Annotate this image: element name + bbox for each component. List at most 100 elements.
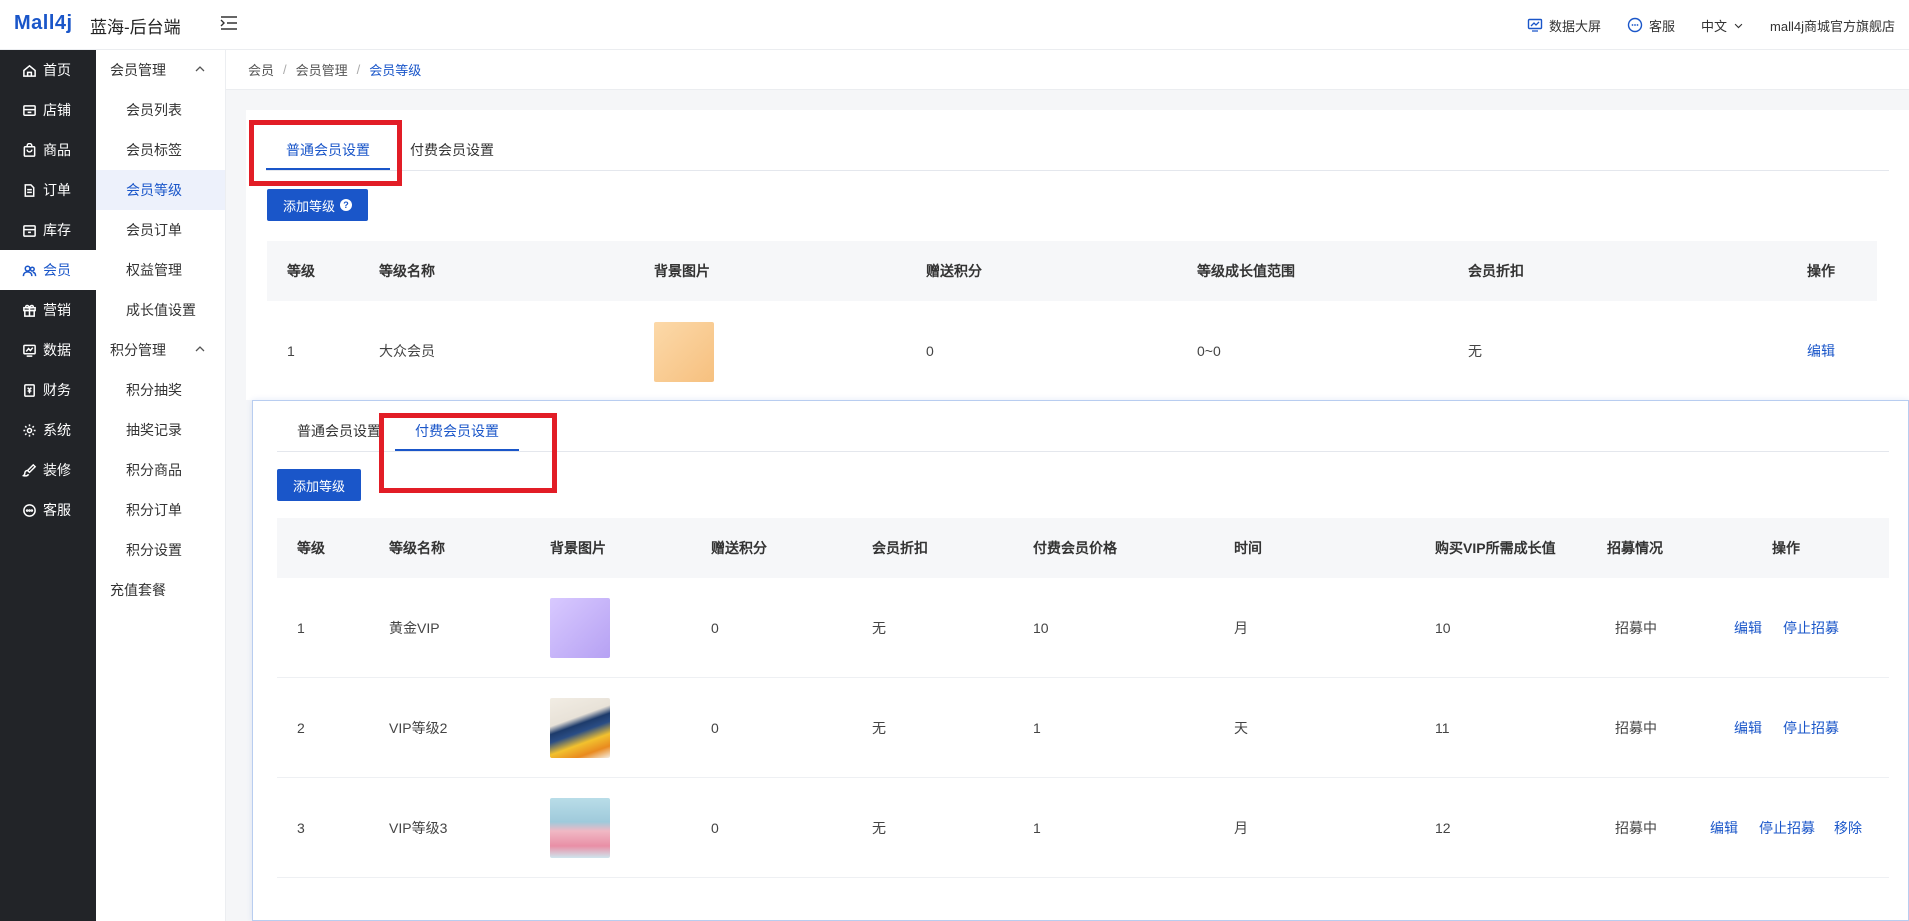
col-background: 背景图片: [654, 263, 710, 279]
collapse-menu-icon[interactable]: [218, 12, 240, 34]
cell-vip-growth: 11: [1435, 719, 1450, 736]
sidebar-item-label: 订单: [43, 182, 71, 198]
col-time: 时间: [1234, 540, 1262, 556]
submenu-item[interactable]: 积分商品: [96, 450, 225, 490]
cell-recruit-status: 招募中: [1615, 619, 1657, 636]
normal-member-panel: 普通会员设置 付费会员设置 添加等级 ? 等级 等级名称 背景图片 赠送积分 等…: [246, 110, 1909, 401]
submenu-item[interactable]: 积分抽奖: [96, 370, 225, 410]
sidebar-item-finance[interactable]: 财务: [0, 370, 96, 410]
sidebar-item-chat[interactable]: 客服: [0, 490, 96, 530]
cell-level: 1: [287, 342, 295, 359]
edit-link[interactable]: 编辑: [1734, 578, 1762, 677]
col-actions: 操作: [1807, 263, 1835, 279]
gift-icon: [23, 304, 36, 317]
menu-group-member-management[interactable]: 会员管理: [96, 50, 225, 90]
table-row: 2 VIP等级2 0 无 1 天 11 招募中 编辑 停止招募: [277, 678, 1889, 778]
cell-level-name: VIP等级2: [389, 719, 448, 736]
sidebar-item-order[interactable]: 订单: [0, 170, 96, 210]
sidebar-item-user-group[interactable]: 会员: [0, 250, 96, 290]
sidebar-item-label: 首页: [43, 62, 71, 78]
background-thumbnail: [550, 598, 610, 658]
submenu-item-label: 积分订单: [126, 502, 182, 518]
sidebar-item-inventory[interactable]: 库存: [0, 210, 96, 250]
sidebar-item-chart[interactable]: 数据: [0, 330, 96, 370]
cell-paid-price: 1: [1033, 819, 1041, 836]
highlight-box-normal-tab: [249, 120, 402, 186]
tab-normal-member[interactable]: 普通会员设置: [277, 411, 395, 451]
submenu-item[interactable]: 会员等级: [96, 170, 225, 210]
col-gift-points: 赠送积分: [926, 263, 982, 279]
add-level-button[interactable]: 添加等级: [277, 469, 361, 501]
submenu-item-label: 成长值设置: [126, 302, 196, 318]
chevron-up-icon: [195, 66, 205, 72]
add-level-button[interactable]: 添加等级 ?: [267, 189, 368, 221]
sidebar-item-label: 会员: [43, 262, 71, 278]
sidebar-item-label: 财务: [43, 382, 71, 398]
main-sidebar: 首页店铺商品订单库存会员营销 数据财务系统装修客服: [0, 50, 96, 921]
language-dropdown[interactable]: 中文: [1701, 16, 1744, 35]
data-screen-link[interactable]: 数据大屏: [1527, 16, 1601, 35]
menu-group-label: 积分管理: [110, 342, 166, 358]
shop-icon: [23, 104, 36, 116]
add-level-label: 添加等级: [282, 198, 335, 214]
table-row: 1 黄金VIP 0 无 10 月 10 招募中 编辑 停止招募: [277, 578, 1889, 678]
cell-vip-growth: 12: [1435, 819, 1451, 836]
submenu-item-label: 积分商品: [126, 462, 182, 478]
edit-link[interactable]: 编辑: [1734, 678, 1762, 777]
submenu-item[interactable]: 积分订单: [96, 490, 225, 530]
col-discount: 会员折扣: [1468, 263, 1524, 279]
chat-icon: [23, 503, 36, 517]
user-group-icon: [22, 265, 37, 276]
cell-level-name: 大众会员: [379, 342, 435, 359]
shop-name-label: mall4j商城官方旗舰店: [1770, 18, 1895, 34]
col-recruit-status: 招募情况: [1607, 540, 1663, 556]
breadcrumb-item[interactable]: 会员: [248, 60, 274, 79]
sidebar-item-home[interactable]: 首页: [0, 50, 96, 90]
stop-recruit-link[interactable]: 停止招募: [1759, 778, 1815, 877]
stop-recruit-link[interactable]: 停止招募: [1783, 578, 1839, 677]
tab-divider: [266, 170, 1889, 171]
sidebar-item-brush[interactable]: 装修: [0, 450, 96, 490]
submenu-item[interactable]: 会员订单: [96, 210, 225, 250]
remove-link[interactable]: 移除: [1834, 778, 1862, 877]
submenu-item[interactable]: 成长值设置: [96, 290, 225, 330]
submenu-item[interactable]: 权益管理: [96, 250, 225, 290]
submenu-item[interactable]: 积分设置: [96, 530, 225, 570]
monitor-icon: [1527, 18, 1543, 32]
sidebar-item-gift[interactable]: 营销: [0, 290, 96, 330]
cell-level: 2: [297, 719, 305, 736]
cell-level: 1: [297, 619, 305, 636]
menu-item-recharge-package[interactable]: 充值套餐: [96, 570, 225, 610]
breadcrumb-item[interactable]: 会员管理: [296, 60, 348, 79]
customer-service-link[interactable]: 客服: [1627, 16, 1675, 35]
submenu-item[interactable]: 抽奖记录: [96, 410, 225, 450]
cell-time: 月: [1234, 619, 1248, 636]
sidebar-item-bag[interactable]: 商品: [0, 130, 96, 170]
col-gift-points: 赠送积分: [711, 540, 767, 556]
tab-paid-member[interactable]: 付费会员设置: [390, 130, 514, 170]
help-icon[interactable]: ?: [340, 199, 352, 211]
sidebar-item-label: 系统: [43, 422, 71, 438]
stop-recruit-link[interactable]: 停止招募: [1783, 678, 1839, 777]
cell-gift-points: 0: [711, 719, 719, 736]
sidebar-item-label: 装修: [43, 462, 71, 478]
sidebar-item-gear[interactable]: 系统: [0, 410, 96, 450]
app-logo[interactable]: Mall4j: [14, 12, 73, 35]
edit-link[interactable]: 编辑: [1807, 301, 1835, 400]
submenu-item[interactable]: 会员列表: [96, 90, 225, 130]
table-header: 等级 等级名称 背景图片 赠送积分 会员折扣 付费会员价格 时间 购买VIP所需…: [277, 518, 1889, 578]
submenu-item[interactable]: 会员标签: [96, 130, 225, 170]
sidebar-item-label: 商品: [43, 142, 71, 158]
menu-group-points-management[interactable]: 积分管理: [96, 330, 225, 370]
top-header: Mall4j 蓝海-后台端 数据大屏 客服 中文 mall4j商城官方旗舰店: [0, 0, 1909, 50]
sidebar-item-shop[interactable]: 店铺: [0, 90, 96, 130]
background-thumbnail: [654, 322, 714, 382]
col-level-name: 等级名称: [389, 540, 445, 556]
submenu-item-label: 会员等级: [126, 182, 182, 198]
table-row: 1 大众会员 0 0~0 无 编辑: [267, 301, 1877, 401]
background-thumbnail: [550, 798, 610, 858]
edit-link[interactable]: 编辑: [1710, 778, 1738, 877]
submenu-item-label: 积分设置: [126, 542, 182, 558]
chevron-down-icon: [1734, 23, 1743, 28]
shop-name[interactable]: mall4j商城官方旗舰店: [1770, 16, 1895, 35]
